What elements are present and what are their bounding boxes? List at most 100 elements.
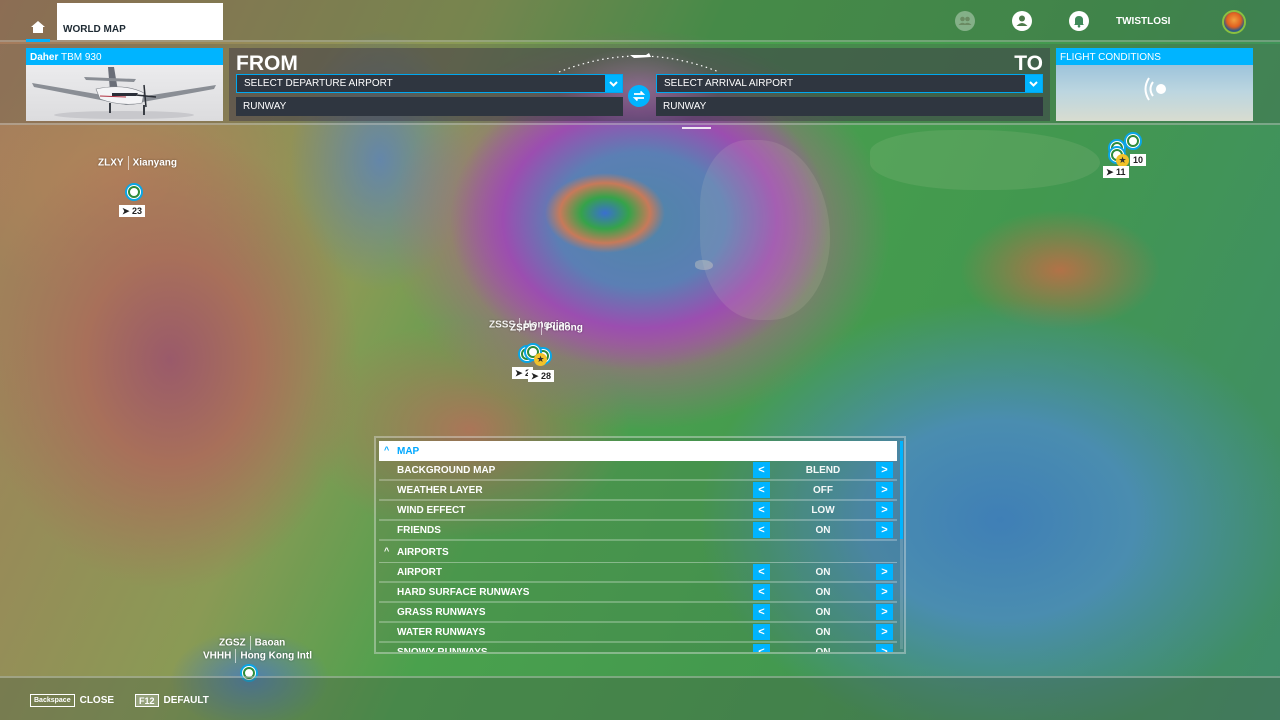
label-separator	[127, 156, 129, 170]
setting-row-airport: AIRPORT < ON >	[379, 563, 897, 583]
next-option-button[interactable]: >	[876, 482, 893, 498]
section-title: MAP	[397, 446, 420, 457]
default-button[interactable]: F12 DEFAULT	[135, 693, 209, 707]
chevron-up-icon: ^	[384, 546, 390, 556]
avatar[interactable]	[1222, 10, 1246, 34]
previous-option-button[interactable]: <	[753, 522, 770, 538]
previous-option-button[interactable]: <	[753, 624, 770, 640]
top-navigation-bar: WORLD MAP TWISTLOSI	[0, 0, 1280, 42]
setting-value: OFF	[813, 485, 833, 496]
next-option-button[interactable]: >	[876, 564, 893, 580]
tab-world-map[interactable]: WORLD MAP	[57, 3, 223, 40]
setting-label: SNOWY RUNWAYS	[397, 647, 488, 654]
setting-label: GRASS RUNWAYS	[397, 607, 486, 618]
location-pin-icon[interactable]: ★	[524, 343, 547, 366]
previous-option-button[interactable]: <	[753, 482, 770, 498]
setting-value: ON	[815, 647, 831, 654]
previous-option-button[interactable]: <	[753, 564, 770, 580]
section-title: AIRPORTS	[397, 547, 449, 558]
map-settings-panel: ^ MAP BACKGROUND MAP < BLEND > WEATHER L…	[374, 436, 906, 654]
setting-value: ON	[815, 587, 831, 598]
profile-button[interactable]	[1012, 11, 1032, 31]
route-panel: FROM TO SELECT DEPARTURE AIRPORT RUNWAY …	[229, 48, 1050, 121]
airport-name: Xianyang	[132, 157, 178, 169]
previous-option-button[interactable]: <	[753, 604, 770, 620]
aircraft-selection-card[interactable]: Daher TBM 930	[26, 48, 223, 121]
runway-count-badge: ➤ 23	[119, 205, 146, 217]
setting-label: AIRPORT	[397, 567, 442, 578]
airport-label-zgsz[interactable]: ZGSZ Baoan	[219, 636, 285, 650]
arrival-airport-placeholder: SELECT ARRIVAL AIRPORT	[664, 78, 794, 89]
setting-label: WATER RUNWAYS	[397, 627, 486, 638]
backspace-key-icon: Backspace	[30, 693, 75, 707]
setting-row-background-map: BACKGROUND MAP < BLEND >	[379, 461, 897, 481]
active-tab-indicator	[26, 39, 50, 42]
section-header-airports[interactable]: ^ AIRPORTS	[379, 541, 897, 563]
panel-drag-handle[interactable]	[682, 127, 711, 129]
label-separator	[540, 321, 542, 335]
airport-name: Hong Kong Intl	[240, 650, 312, 662]
runway-count: 10	[1133, 155, 1144, 165]
bottom-action-bar: Backspace CLOSE F12 DEFAULT	[0, 676, 1280, 720]
departure-airport-placeholder: SELECT DEPARTURE AIRPORT	[244, 78, 393, 89]
notifications-button[interactable]	[1069, 11, 1089, 31]
next-option-button[interactable]: >	[876, 644, 893, 652]
runway-count-badge: ➤ 28	[528, 370, 555, 382]
airport-label-vhhh[interactable]: VHHH Hong Kong Intl	[203, 649, 312, 663]
setting-row-water-runways: WATER RUNWAYS < ON >	[379, 623, 897, 643]
arrival-airport-select[interactable]: SELECT ARRIVAL AIRPORT	[656, 74, 1043, 93]
aircraft-title: Daher TBM 930	[26, 48, 223, 65]
airport-icao: ZLXY	[98, 157, 124, 169]
arrival-runway-field[interactable]: RUNWAY	[656, 97, 1043, 116]
previous-option-button[interactable]: <	[753, 584, 770, 600]
swap-airports-button[interactable]	[628, 85, 650, 107]
chevron-down-icon[interactable]	[1025, 75, 1042, 92]
next-option-button[interactable]: >	[876, 604, 893, 620]
setting-row-weather-layer: WEATHER LAYER < OFF >	[379, 481, 897, 501]
home-button[interactable]	[26, 16, 50, 42]
previous-option-button[interactable]: <	[753, 502, 770, 518]
setting-row-snowy-runways: SNOWY RUNWAYS < ON >	[379, 643, 897, 654]
airport-marker-icon[interactable]: ★	[1108, 146, 1129, 167]
default-label: DEFAULT	[163, 694, 209, 706]
setting-label: HARD SURFACE RUNWAYS	[397, 587, 530, 598]
setting-row-grass-runways: GRASS RUNWAYS < ON >	[379, 603, 897, 623]
departure-runway-field[interactable]: RUNWAY	[236, 97, 623, 116]
setting-label: WEATHER LAYER	[397, 485, 483, 496]
friends-icon	[958, 16, 972, 25]
next-option-button[interactable]: >	[876, 584, 893, 600]
setting-value: BLEND	[805, 465, 841, 476]
next-option-button[interactable]: >	[876, 522, 893, 538]
airport-marker-icon[interactable]	[125, 183, 143, 201]
close-label: CLOSE	[79, 694, 115, 706]
previous-option-button[interactable]: <	[753, 462, 770, 478]
previous-option-button[interactable]: <	[753, 644, 770, 652]
next-option-button[interactable]: >	[876, 502, 893, 518]
setting-row-hard-surface-runways: HARD SURFACE RUNWAYS < ON >	[379, 583, 897, 603]
runway-count: 23	[132, 206, 143, 216]
label-separator	[235, 649, 237, 663]
airport-label-zlxy[interactable]: ZLXY Xianyang	[98, 156, 177, 170]
setting-row-wind-effect: WIND EFFECT < LOW >	[379, 501, 897, 521]
swap-arrows-icon	[632, 90, 646, 102]
departure-airport-select[interactable]: SELECT DEPARTURE AIRPORT	[236, 74, 623, 93]
username[interactable]: TWISTLOSI	[1116, 16, 1170, 27]
next-option-button[interactable]: >	[876, 462, 893, 478]
setting-value: ON	[815, 567, 831, 578]
section-header-map[interactable]: ^ MAP	[379, 441, 897, 461]
setting-value: LOW	[811, 505, 835, 516]
airport-name: Baoan	[254, 637, 286, 649]
flight-conditions-card[interactable]: FLIGHT CONDITIONS	[1056, 48, 1253, 121]
settings-scrollbar[interactable]	[900, 441, 903, 649]
chevron-down-icon[interactable]	[605, 75, 622, 92]
scrollbar-thumb[interactable]	[900, 441, 903, 539]
next-option-button[interactable]: >	[876, 624, 893, 640]
friends-button[interactable]	[955, 11, 975, 31]
korea-landmass	[700, 140, 830, 320]
setting-value: ON	[815, 627, 831, 638]
runway-count: 11	[1116, 167, 1126, 177]
airport-marker-icon[interactable]	[1124, 132, 1142, 150]
profile-icon	[1016, 15, 1028, 26]
close-button[interactable]: Backspace CLOSE	[30, 693, 114, 707]
airport-label-zspd[interactable]: ZSPD Pudong	[510, 321, 583, 335]
